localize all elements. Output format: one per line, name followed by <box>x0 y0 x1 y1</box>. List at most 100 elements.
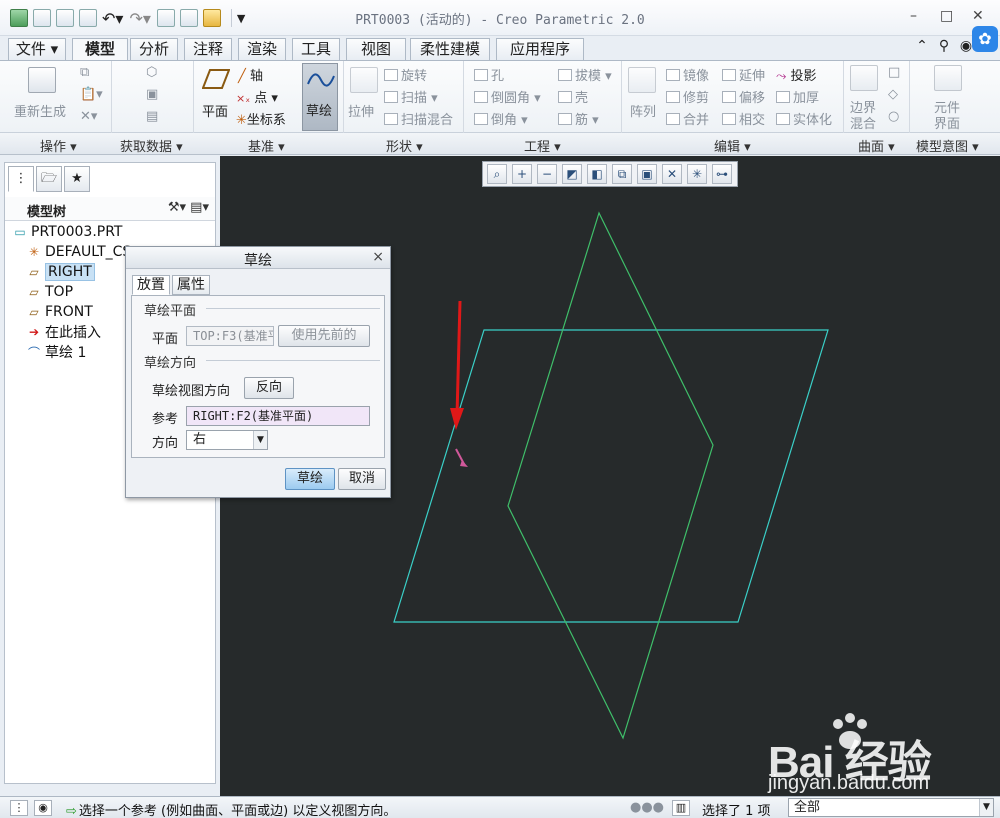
component-interface-label-2[interactable]: 界面 <box>934 113 960 132</box>
fill-icon[interactable]: ○ <box>888 109 899 124</box>
tab-flexible-modeling[interactable]: 柔性建模 <box>410 38 490 60</box>
mirror-button[interactable]: 镜像 <box>666 65 709 84</box>
datum-plane-icon[interactable] <box>202 67 230 91</box>
refit-icon[interactable]: ⌕ <box>487 164 507 184</box>
pattern-label[interactable]: 阵列 <box>630 101 656 120</box>
tree-item-part[interactable]: ▭ PRT0003.PRT <box>13 223 122 241</box>
tree-item-insert-here[interactable]: ➔ 在此插入 <box>27 323 101 341</box>
hole-button[interactable]: 孔 <box>474 65 504 84</box>
intersect-button[interactable]: 相交 <box>722 109 765 128</box>
group-label-shapes[interactable]: 形状 ▾ <box>386 136 423 155</box>
reference-field[interactable]: RIGHT:F2(基准平面) <box>186 406 370 426</box>
tree-item-sketch-1[interactable]: ⌒ 草绘 1 <box>27 343 86 361</box>
thicken-button[interactable]: 加厚 <box>776 87 819 106</box>
sketch-confirm-button[interactable]: 草绘 <box>285 468 335 490</box>
extrude-icon[interactable] <box>350 67 378 93</box>
group-label-operations[interactable]: 操作 ▾ <box>40 136 77 155</box>
project-button[interactable]: ⤳ 投影 <box>776 65 817 84</box>
extrude-label[interactable]: 拉伸 <box>348 101 374 120</box>
sweep-button[interactable]: 扫描 ▾ <box>384 87 438 106</box>
tab-view[interactable]: 视图 <box>346 38 406 60</box>
orientation-select[interactable]: 右 ▼ <box>186 430 268 450</box>
model-tree-settings-icon[interactable]: ⚒▾ ▤▾ <box>168 200 209 215</box>
plane-field[interactable]: TOP:F3(基准平面) <box>186 326 274 346</box>
tab-file[interactable]: 文件 ▾ <box>8 38 66 60</box>
close-button[interactable]: ✕ <box>972 8 984 24</box>
display-style-icon[interactable]: ◧ <box>587 164 607 184</box>
solidify-button[interactable]: 实体化 <box>776 109 832 128</box>
flip-button[interactable]: 反向 <box>244 377 294 399</box>
tab-model[interactable]: 模型 <box>72 38 128 61</box>
component-interface-icon[interactable] <box>934 65 962 91</box>
tree-item-top[interactable]: ▱ TOP <box>27 283 73 301</box>
shell-button[interactable]: 壳 <box>558 87 588 106</box>
tree-item-default-csys[interactable]: ✳ DEFAULT_CS <box>27 243 131 261</box>
group-label-engineering[interactable]: 工程 ▾ <box>524 136 561 155</box>
group-label-editing[interactable]: 编辑 ▾ <box>714 136 751 155</box>
dialog-close-icon[interactable]: × <box>372 249 384 265</box>
tab-tools[interactable]: 工具 <box>292 38 340 60</box>
minimize-ribbon-icon[interactable]: ⌃ <box>914 38 930 54</box>
tab-analysis[interactable]: 分析 <box>130 38 178 60</box>
round-button[interactable]: 倒圆角 ▾ <box>474 87 541 106</box>
favorites-tab-icon[interactable]: ★ <box>64 166 90 192</box>
paste-icon[interactable]: 📋▾ <box>80 87 103 102</box>
minimize-button[interactable]: – <box>910 8 917 24</box>
annotation-display-icon[interactable]: ⊶ <box>712 164 732 184</box>
draft-button[interactable]: 拔模 ▾ <box>558 65 612 84</box>
tab-annotate[interactable]: 注释 <box>184 38 232 60</box>
plane-label[interactable]: 平面 <box>202 101 228 120</box>
pattern-icon[interactable] <box>628 67 656 93</box>
baidu-share-icon[interactable]: ✿ <box>972 26 998 52</box>
saved-orientations-icon[interactable]: ⧉ <box>612 164 632 184</box>
group-label-model-intent[interactable]: 模型意图 ▾ <box>916 136 979 155</box>
tab-placement[interactable]: 放置 <box>132 275 170 295</box>
tree-item-right[interactable]: ▱ RIGHT <box>27 263 95 281</box>
offset-button[interactable]: 偏移 <box>722 87 765 106</box>
tab-applications[interactable]: 应用程序 <box>496 38 584 60</box>
tab-render[interactable]: 渲染 <box>238 38 286 60</box>
folder-browser-tab-icon[interactable]: 🗁 <box>36 166 62 192</box>
trim-button[interactable]: 修剪 <box>666 87 709 106</box>
regenerate-icon[interactable] <box>28 67 56 93</box>
browser-toggle-icon[interactable]: ◉ <box>34 800 52 816</box>
tree-item-front[interactable]: ▱ FRONT <box>27 303 92 321</box>
merge-button[interactable]: 合并 <box>666 109 709 128</box>
boundary-blend-icon[interactable] <box>850 65 878 91</box>
copy-icon[interactable]: ⧉ <box>80 65 89 80</box>
swept-blend-button[interactable]: 扫描混合 <box>384 109 453 128</box>
extend-button[interactable]: 延伸 <box>722 65 765 84</box>
style-icon[interactable]: □ <box>888 65 900 80</box>
freestyle-icon[interactable]: ◇ <box>888 87 898 102</box>
point-button[interactable]: ×ₓ 点 ▾ <box>236 87 278 106</box>
datum-display-icon[interactable]: ✕ <box>662 164 682 184</box>
right-datum-plane[interactable] <box>507 211 714 740</box>
shrinkwrap-icon[interactable]: ▤ <box>146 109 158 124</box>
delete-icon[interactable]: ✕▾ <box>80 109 97 124</box>
copy-geometry-icon[interactable]: ▣ <box>146 87 158 102</box>
view-manager-icon[interactable]: ▣ <box>637 164 657 184</box>
smart-filter-icon[interactable]: ▥ <box>672 800 690 816</box>
zoom-out-icon[interactable]: − <box>537 164 557 184</box>
chamfer-button[interactable]: 倒角 ▾ <box>474 109 528 128</box>
revolve-button[interactable]: 旋转 <box>384 65 427 84</box>
search-icon[interactable]: ⚲ <box>936 38 952 54</box>
dialog-titlebar[interactable]: 草绘 × <box>126 247 390 269</box>
regenerate-label[interactable]: 重新生成 <box>14 101 66 120</box>
group-label-datum[interactable]: 基准 ▾ <box>248 136 285 155</box>
cancel-button[interactable]: 取消 <box>338 468 386 490</box>
tab-properties[interactable]: 属性 <box>172 275 210 295</box>
model-tree-tab-icon[interactable]: ⋮ <box>8 166 34 192</box>
use-previous-button[interactable]: 使用先前的 <box>278 325 370 347</box>
csys-button[interactable]: ✳坐标系 <box>236 109 286 128</box>
repaint-icon[interactable]: ◩ <box>562 164 582 184</box>
rib-button[interactable]: 筋 ▾ <box>558 109 599 128</box>
selection-filter-select[interactable]: 全部 ▼ <box>788 798 994 817</box>
boundary-blend-label-2[interactable]: 混合 <box>850 113 876 132</box>
sketch-button[interactable]: 草绘 <box>302 63 338 131</box>
axis-button[interactable]: ╱ 轴 <box>238 65 263 84</box>
group-label-get-data[interactable]: 获取数据 ▾ <box>120 136 183 155</box>
zoom-in-icon[interactable]: + <box>512 164 532 184</box>
maximize-button[interactable]: □ <box>940 8 953 24</box>
show-navigator-icon[interactable]: ⋮ <box>10 800 28 816</box>
